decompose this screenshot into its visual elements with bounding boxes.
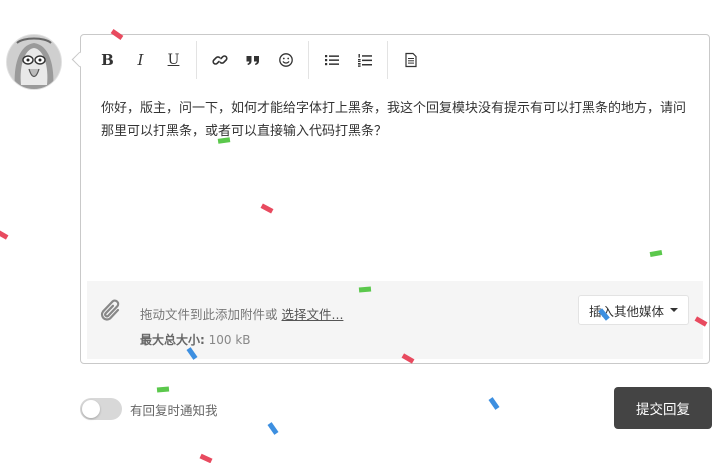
notify-label: 有回复时通知我 (130, 402, 218, 418)
toggle-knob (82, 400, 100, 418)
max-size-label: 最大总大小: (140, 333, 205, 347)
confetti-piece (488, 397, 500, 410)
confetti-piece (267, 422, 279, 435)
attachment-area[interactable]: 拖动文件到此添加附件或 选择文件... 最大总大小: 100 kB 插入其他媒体 (87, 281, 703, 359)
submit-reply-button[interactable]: 提交回复 (614, 387, 712, 429)
toolbar-divider (308, 41, 309, 79)
link-button[interactable] (207, 45, 232, 75)
emoji-button[interactable] (273, 45, 298, 75)
drop-hint-text: 拖动文件到此添加附件或 (140, 307, 278, 322)
confetti-piece (358, 286, 372, 293)
confetti-piece (156, 386, 170, 393)
bold-button[interactable]: B (95, 45, 120, 75)
max-size-value: 100 kB (208, 333, 251, 347)
link-icon (211, 55, 228, 65)
insert-media-button[interactable]: 插入其他媒体 (577, 295, 689, 325)
numbered-list-button[interactable] (352, 45, 377, 75)
paperclip-icon (100, 299, 120, 321)
max-size-info: 最大总大小: 100 kB (140, 331, 251, 348)
chevron-down-icon (670, 308, 678, 312)
confetti-piece (0, 229, 9, 240)
choose-file-link[interactable]: 选择文件... (282, 307, 344, 322)
user-avatar-icon (7, 35, 61, 89)
notify-toggle[interactable] (80, 398, 122, 420)
attachment-drop-hint: 拖动文件到此添加附件或 选择文件... (140, 304, 343, 323)
numbered-list-icon (357, 54, 372, 67)
confetti-piece (199, 453, 213, 463)
underline-button[interactable]: U (161, 45, 186, 75)
editor-content[interactable]: 你好，版主，问一下，如何才能给字体打上黑条，我这个回复模块没有提示有可以打黑条的… (101, 97, 691, 143)
notify-option: 有回复时通知我 (80, 398, 218, 420)
editor-toolbar: B I U (81, 35, 709, 85)
reply-editor: B I U 你好，版主，问一下，如何才能给字体打上黑条，我这个回复模块没有提示有… (80, 34, 710, 364)
attachment-clip (99, 297, 125, 329)
toolbar-divider (387, 41, 388, 79)
toolbar-divider (196, 41, 197, 79)
bullet-list-icon (324, 55, 339, 66)
emoji-icon (278, 53, 293, 67)
source-document-icon (404, 52, 417, 68)
quote-button[interactable] (240, 45, 265, 75)
quote-icon (246, 56, 259, 65)
bullet-list-button[interactable] (319, 45, 344, 75)
user-avatar (7, 35, 61, 89)
source-button[interactable] (398, 45, 423, 75)
italic-button[interactable]: I (128, 45, 153, 75)
